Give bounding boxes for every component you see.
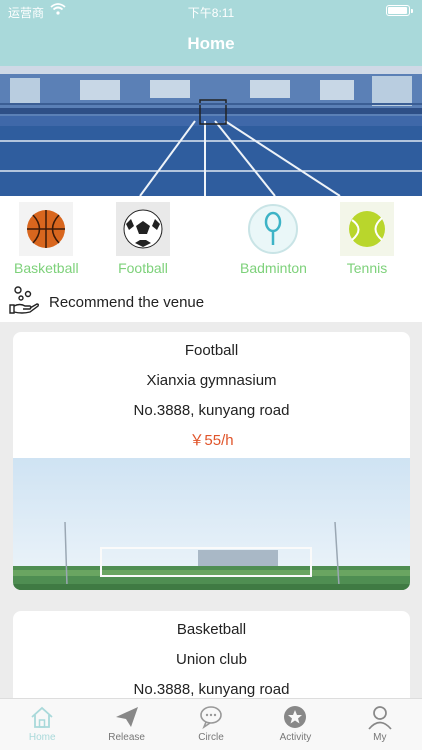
status-bar: 运营商 下午8:11 <box>0 0 422 22</box>
category-label: Football <box>118 260 168 276</box>
category-label: Tennis <box>346 260 388 276</box>
recommend-header: Recommend the venue <box>0 280 422 322</box>
page-title: Home <box>187 34 235 53</box>
venue-address: No.3888, kunyang road <box>133 402 290 419</box>
clock: 下午8:11 <box>187 6 235 20</box>
hero-banner[interactable] <box>0 66 422 196</box>
category-badminton[interactable]: Badminton <box>240 202 307 276</box>
category-label: Badminton <box>240 260 307 276</box>
tab-label: Activity <box>279 732 312 743</box>
category-tennis[interactable]: Tennis <box>340 202 394 276</box>
venue-card[interactable]: Football Xianxia gymnasium No.3888, kuny… <box>13 332 410 590</box>
tab-release[interactable]: Release <box>84 699 168 750</box>
star-badge-icon <box>284 706 307 728</box>
tab-label: Release <box>108 732 145 743</box>
tab-label: Home <box>28 732 56 743</box>
tab-label: My <box>373 732 387 743</box>
paper-plane-icon <box>115 707 138 727</box>
venue-sport: Basketball <box>176 621 247 638</box>
category-bar: Basketball Football Badminton Tennis <box>0 196 422 280</box>
venue-name: Union club <box>176 651 247 668</box>
battery-icon <box>386 5 413 16</box>
header-bar: 运营商 下午8:11 Home <box>0 0 422 66</box>
venue-price: ￥55/h <box>189 432 234 449</box>
tab-bar: Home Release Circle Activity My <box>0 698 422 750</box>
basketball-icon <box>19 202 74 256</box>
recommend-title: Recommend the venue <box>49 294 205 311</box>
recommend-hand-icon <box>9 286 40 314</box>
venue-sport: Football <box>184 342 239 359</box>
category-basketball[interactable]: Basketball <box>14 202 79 276</box>
badminton-icon <box>248 204 299 254</box>
chat-bubble-icon <box>200 706 222 730</box>
football-icon <box>116 202 170 256</box>
home-icon <box>31 706 53 728</box>
user-icon <box>368 706 392 730</box>
category-football[interactable]: Football <box>116 202 170 276</box>
category-label: Basketball <box>14 260 79 276</box>
tab-circle[interactable]: Circle <box>169 699 253 750</box>
venue-photo <box>13 458 410 590</box>
tab-my[interactable]: My <box>338 699 422 750</box>
tab-label: Circle <box>198 732 224 743</box>
venue-name: Xianxia gymnasium <box>146 372 277 389</box>
tab-activity[interactable]: Activity <box>253 699 337 750</box>
tab-home[interactable]: Home <box>0 699 84 750</box>
tennis-ball-icon <box>340 202 394 256</box>
